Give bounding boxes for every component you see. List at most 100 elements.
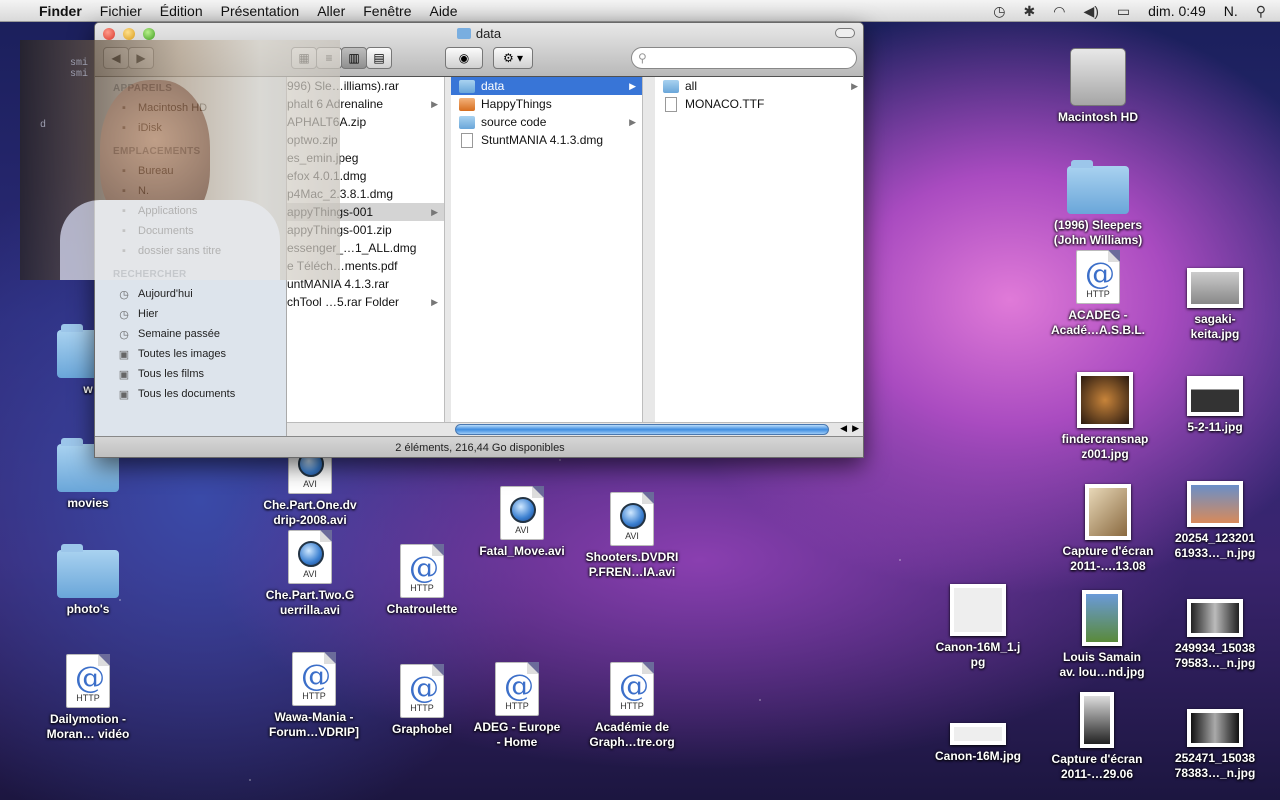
sidebar-item[interactable]: ▣ Tous les films (95, 364, 286, 384)
column-row[interactable]: HappyThings (451, 95, 642, 113)
column-row[interactable]: MONACO.TTF (655, 95, 863, 113)
desktop-icon-canon16m1[interactable]: Canon-16M_1.j pg (913, 582, 1043, 670)
desktop-icon-label: sagaki- keita.jpg (1190, 312, 1240, 341)
time-machine-icon[interactable]: ◷ (984, 3, 1014, 20)
folder-icon (57, 544, 119, 598)
desktop-icon-photos[interactable]: photo's (23, 536, 153, 617)
scroll-left-arrow[interactable]: ◀ (840, 423, 847, 434)
desktop-icon-label: Canon-16M_1.j pg (935, 640, 1021, 669)
desktop-icon-academie[interactable]: @ HTTP Académie de Graph…tre.org (567, 662, 697, 750)
smart-folder-icon: ▣ (118, 388, 130, 401)
desktop-icon-sleepers[interactable]: (1996) Sleepers (John Williams) (1033, 152, 1163, 248)
image-thumbnail (1080, 692, 1114, 748)
view-coverflow-button[interactable]: ▤ (366, 47, 392, 69)
at-sign-icon: @ (504, 669, 534, 704)
volume-icon[interactable]: ◀) (1074, 3, 1107, 20)
quicktime-icon (620, 503, 646, 529)
window-title: data (95, 26, 863, 41)
desktop-icon-label: 249934_15038 79583…_n.jpg (1174, 641, 1256, 670)
desktop-icon-p252471[interactable]: 252471_15038 78383…_n.jpg (1150, 700, 1280, 781)
sidebar-item[interactable]: ▣ Tous les documents (95, 384, 286, 404)
image-thumbnail (1082, 590, 1122, 646)
search-field[interactable]: ⚲ (631, 47, 857, 69)
desktop-icon-label: photo's (66, 602, 110, 616)
column-3[interactable]: all ▶ MONACO.TTF (655, 77, 863, 422)
menu-presentation[interactable]: Présentation (212, 3, 309, 19)
column-2[interactable]: data ▶ HappyThings source code ▶ StuntMANIA 4… (451, 77, 643, 422)
desktop-icon-five-2-11[interactable]: 5-2-11.jpg (1150, 368, 1280, 435)
horizontal-scrollbar[interactable]: ◀ ▶ (287, 422, 863, 436)
folder-icon (459, 115, 475, 129)
desktop-icon-label: Académie de Graph…tre.org (589, 720, 675, 749)
desktop-icon-macintosh-hd[interactable]: Macintosh HD (1033, 48, 1163, 125)
menu-user[interactable]: N. (1215, 3, 1247, 19)
http-link-icon: @ HTTP (610, 662, 654, 716)
desktop-icon-label: 252471_15038 78383…_n.jpg (1174, 751, 1256, 780)
desktop-icon-che2[interactable]: AVI Che.Part.Two.G uerrilla.avi (245, 530, 375, 618)
quicktime-icon (298, 541, 324, 567)
sidebar-item[interactable]: ◷ Aujourd'hui (95, 284, 286, 304)
desktop-icon-canon16m[interactable]: Canon-16M.jpg (913, 706, 1043, 764)
sidebar-item[interactable]: ◷ Semaine passée (95, 324, 286, 344)
column-row[interactable]: all ▶ (655, 77, 863, 95)
desktop-icon-label: Macintosh HD (1057, 110, 1138, 124)
row-label: chTool …5.rar Folder (287, 295, 400, 309)
sidebar-item[interactable]: ▣ Toutes les images (95, 344, 286, 364)
column-row[interactable]: data ▶ (451, 77, 642, 95)
column-row[interactable]: source code ▶ (451, 113, 642, 131)
desktop-icon-label: findercransnap z001.jpg (1061, 432, 1149, 461)
desktop-icon-p249934[interactable]: 249934_15038 79583…_n.jpg (1150, 590, 1280, 671)
at-sign-icon: @ (409, 551, 439, 586)
desktop-icon-louis[interactable]: Louis Samain av. lou…nd.jpg (1037, 590, 1167, 680)
desktop-icon-sagaki[interactable]: sagaki- keita.jpg (1150, 260, 1280, 342)
sidebar-item[interactable]: ◷ Hier (95, 304, 286, 324)
battery-icon[interactable]: ▭ (1108, 3, 1139, 20)
http-badge: HTTP (410, 703, 434, 713)
clock-icon: ◷ (119, 308, 129, 321)
spotlight-icon[interactable]: ⚲ (1247, 3, 1280, 20)
menu-fenetre[interactable]: Fenêtre (354, 3, 420, 19)
desktop-icon-acadeg[interactable]: @ HTTP ACADEG - Acadé…A.S.B.L. (1033, 250, 1163, 338)
desktop-icon-label: movies (67, 496, 109, 510)
image-thumbnail (950, 584, 1006, 636)
desktop-icon-capture-2906[interactable]: Capture d'écran 2011-…29.06 (1032, 692, 1162, 782)
image-thumbnail (1187, 709, 1243, 747)
http-badge: HTTP (620, 701, 644, 711)
clock-icon: ◷ (119, 328, 129, 341)
desktop-icon-p20254[interactable]: 20254_123201 61933…_n.jpg (1150, 476, 1280, 561)
desktop-icon-adeg[interactable]: @ HTTP ADEG - Europe - Home (452, 662, 582, 750)
menu-aide[interactable]: Aide (420, 3, 466, 19)
scroll-thumb[interactable] (455, 424, 829, 435)
menu-finder[interactable]: Finder (30, 3, 91, 19)
quicklook-button[interactable]: ◉ (445, 47, 483, 69)
row-label: source code (481, 115, 547, 129)
image-thumbnail (1085, 484, 1131, 540)
scroll-right-arrow[interactable]: ▶ (852, 423, 859, 434)
desktop-icon-shooters[interactable]: AVI Shooters.DVDRI P.FREN…IA.avi (567, 492, 697, 580)
bluetooth-icon[interactable]: ✱ (1015, 3, 1045, 20)
clock-icon: ◷ (119, 288, 129, 301)
disclosure-arrow-icon: ▶ (629, 116, 636, 127)
menu-edition[interactable]: Édition (151, 3, 212, 19)
smart-folder-icon: ▣ (118, 368, 130, 381)
quicktime-icon (510, 497, 536, 523)
image-thumbnail (1187, 599, 1243, 637)
menu-fichier[interactable]: Fichier (91, 3, 151, 19)
row-label: data (481, 79, 505, 93)
folder-icon (456, 28, 471, 39)
view-columns-button[interactable]: ▥ (341, 47, 367, 69)
menu-aller[interactable]: Aller (308, 3, 354, 19)
wifi-icon[interactable]: ◠ (1044, 3, 1074, 20)
sidebar-item-label: Toutes les images (138, 348, 227, 360)
folder-icon (459, 79, 475, 93)
menu-clock[interactable]: dim. 0:49 (1139, 3, 1215, 19)
row-label: MONACO.TTF (685, 97, 765, 111)
desktop-icon-dailymotion[interactable]: @ HTTP Dailymotion - Moran… vidéo (23, 654, 153, 742)
at-sign-icon: @ (301, 659, 331, 694)
webcam-shirt (60, 200, 280, 280)
column-row[interactable]: chTool …5.rar Folder ▶ (287, 293, 444, 311)
toolbar-toggle-button[interactable] (835, 28, 855, 38)
action-menu-button[interactable]: ⚙ ▾ (493, 47, 533, 69)
sidebar-item-label: Tous les films (138, 368, 205, 380)
column-row[interactable]: StuntMANIA 4.1.3.dmg (451, 131, 642, 149)
